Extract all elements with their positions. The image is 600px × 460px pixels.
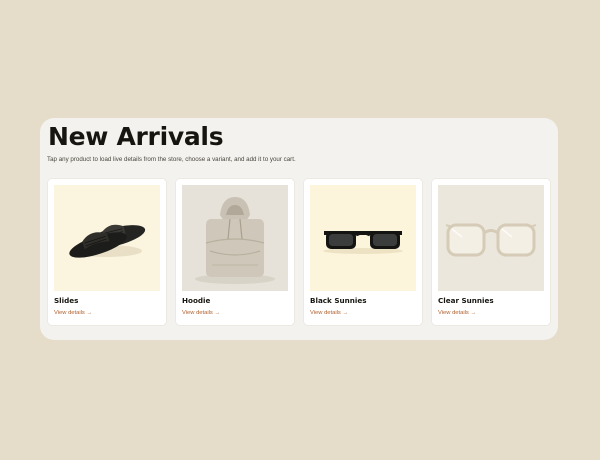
product-card-clear-sunnies[interactable]: Clear Sunnies View details → [432, 179, 550, 325]
product-name: Clear Sunnies [438, 296, 494, 305]
hoodie-image [182, 185, 288, 291]
view-details-link[interactable]: View details → [54, 310, 92, 316]
product-image-slides[interactable] [54, 185, 160, 291]
section-title: New Arrivals [48, 122, 224, 151]
slides-image [54, 185, 160, 291]
product-image-black-sunnies[interactable] [310, 185, 416, 291]
section-subtitle: Tap any product to load live details fro… [47, 156, 296, 163]
view-details-link[interactable]: View details → [438, 310, 476, 316]
black-sunnies-image [310, 185, 416, 291]
product-image-hoodie[interactable] [182, 185, 288, 291]
product-name: Black Sunnies [310, 296, 367, 305]
product-name: Slides [54, 296, 79, 305]
product-name: Hoodie [182, 296, 211, 305]
clear-sunnies-image [438, 185, 544, 291]
new-arrivals-panel: New Arrivals Tap any product to load liv… [40, 118, 558, 340]
product-card-black-sunnies[interactable]: Black Sunnies View details → [304, 179, 422, 325]
view-details-link[interactable]: View details → [182, 310, 220, 316]
view-details-link[interactable]: View details → [310, 310, 348, 316]
product-card-hoodie[interactable]: Hoodie View details → [176, 179, 294, 325]
product-card-slides[interactable]: Slides View details → [48, 179, 166, 325]
product-image-clear-sunnies[interactable] [438, 185, 544, 291]
